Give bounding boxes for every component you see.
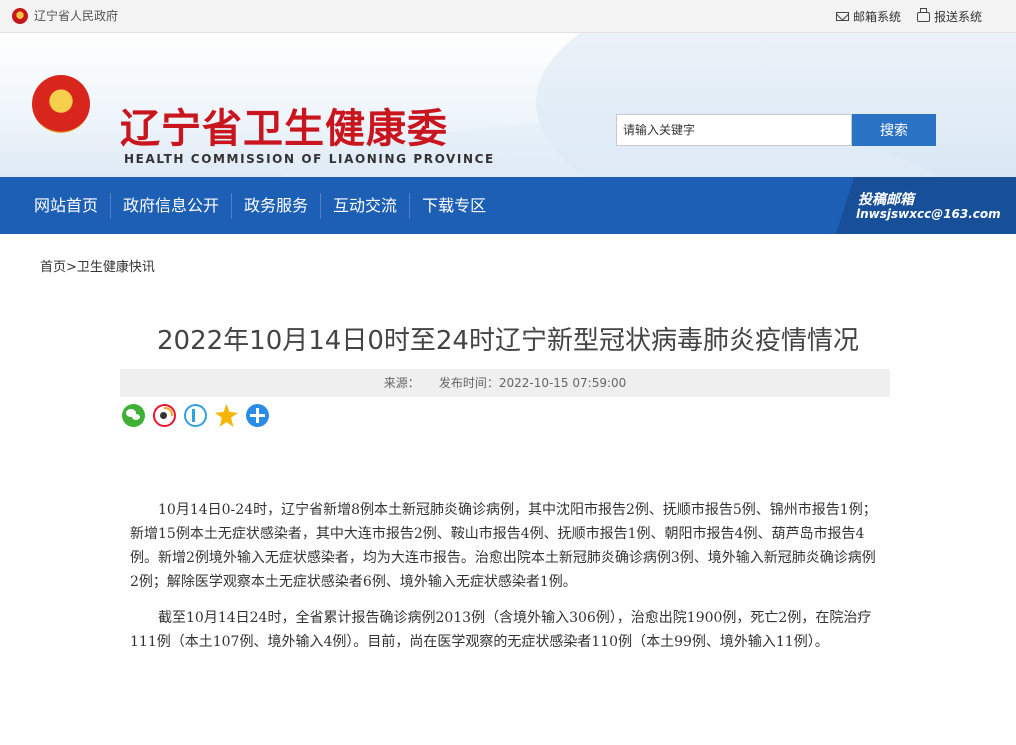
publish-time: 2022-10-15 07:59:00 xyxy=(498,376,627,390)
more-share-icon[interactable] xyxy=(246,404,269,427)
breadcrumb-home[interactable]: 首页 xyxy=(40,260,66,275)
nav-item-gov-info[interactable]: 政府信息公开 xyxy=(111,192,233,219)
site-title: 辽宁省卫生健康委 xyxy=(120,105,448,152)
qzone-icon[interactable] xyxy=(215,404,238,427)
report-system-link[interactable]: 报送系统 xyxy=(916,7,982,25)
breadcrumb-separator: > xyxy=(66,260,77,275)
mailbox-title: 投稿邮箱 xyxy=(858,192,914,208)
share-bar xyxy=(122,404,269,427)
search-button[interactable]: 搜索 xyxy=(852,114,936,146)
main-nav: 网站首页 政府信息公开 政务服务 互动交流 下载专区 投稿邮箱 lnwsjswx… xyxy=(0,177,1016,234)
printer-icon xyxy=(916,7,930,22)
submission-mailbox[interactable]: 投稿邮箱 lnwsjswxcc@163.com xyxy=(836,177,1016,234)
wechat-icon[interactable] xyxy=(122,404,145,427)
national-emblem-logo xyxy=(32,75,90,133)
nav-item-home[interactable]: 网站首页 xyxy=(22,192,112,219)
top-bar: 辽宁省人民政府 邮箱系统 报送系统 xyxy=(0,0,1016,33)
nav-item-downloads[interactable]: 下载专区 xyxy=(410,193,498,219)
breadcrumb: 首页>卫生健康快讯 xyxy=(40,256,155,275)
article-paragraph-1: 10月14日0-24时，辽宁省新增8例本土新冠肺炎确诊病例，其中沈阳市报告2例、… xyxy=(130,502,877,590)
article-body: 10月14日0-24时，辽宁省新增8例本土新冠肺炎确诊病例，其中沈阳市报告2例、… xyxy=(130,498,882,666)
gov-link[interactable]: 辽宁省人民政府 xyxy=(12,7,118,24)
gov-link-label[interactable]: 辽宁省人民政府 xyxy=(34,7,118,24)
nav-item-interaction[interactable]: 互动交流 xyxy=(321,192,411,219)
publish-label: 发布时间： xyxy=(438,376,499,390)
search-input[interactable] xyxy=(616,114,852,146)
national-emblem-icon xyxy=(12,7,28,24)
article-paragraph-2: 截至10月14日24时，全省累计报告确诊病例2013例（含境外输入306例），治… xyxy=(130,610,872,650)
article-title: 2022年10月14日0时至24时辽宁新型冠状病毒肺炎疫情情况 xyxy=(157,326,859,356)
article-meta: 来源： 发布时间：2022-10-15 07:59:00 xyxy=(120,369,890,397)
search-form: 搜索 xyxy=(616,114,936,146)
nav-item-services[interactable]: 政务服务 xyxy=(232,192,322,219)
report-system-label[interactable]: 报送系统 xyxy=(934,8,982,25)
source-label: 来源： xyxy=(383,376,420,390)
site-subtitle: HEALTH COMMISSION OF LIAONING PROVINCE xyxy=(124,152,495,166)
breadcrumb-section[interactable]: 卫生健康快讯 xyxy=(77,260,155,275)
weibo-icon[interactable] xyxy=(153,404,176,427)
mail-system-link[interactable]: 邮箱系统 xyxy=(835,8,901,25)
site-header: 辽宁省卫生健康委 HEALTH COMMISSION OF LIAONING P… xyxy=(0,33,1016,177)
mail-system-label[interactable]: 邮箱系统 xyxy=(853,8,901,25)
mailbox-email: lnwsjswxcc@163.com xyxy=(856,207,1001,221)
pp-icon[interactable] xyxy=(184,404,207,427)
mail-icon xyxy=(835,12,849,21)
